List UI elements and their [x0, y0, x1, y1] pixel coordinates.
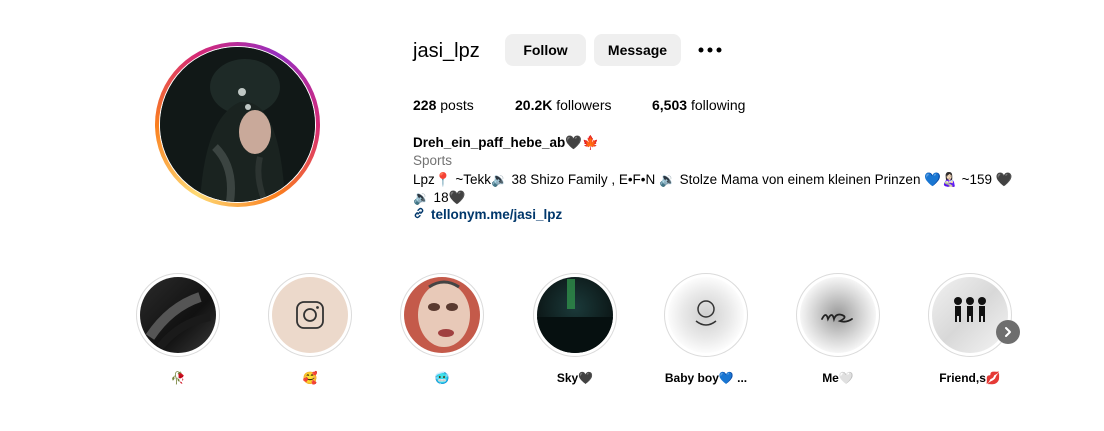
highlight-label: 🥀	[170, 371, 186, 385]
more-options-icon[interactable]	[697, 40, 723, 60]
highlight-item[interactable]: Me🤍	[796, 273, 880, 385]
highlight-item[interactable]: 🥶	[400, 273, 484, 385]
highlight-ring	[533, 273, 617, 357]
chevron-right-icon[interactable]	[996, 320, 1020, 344]
highlight-label: 🥶	[434, 371, 450, 385]
posts-stat: 228 posts	[413, 97, 474, 113]
highlight-cover	[800, 277, 876, 353]
display-name: Dreh_ein_paff_hebe_ab🖤🍁	[413, 135, 599, 150]
highlight-ring	[136, 273, 220, 357]
followers-label: followers	[556, 97, 612, 113]
highlight-cover	[404, 277, 480, 353]
following-count: 6,503	[652, 97, 688, 113]
highlight-cover	[537, 277, 613, 353]
highlight-label: Me🤍	[822, 371, 854, 385]
highlight-ring	[268, 273, 352, 357]
link-text[interactable]: tellonym.me/jasi_lpz	[431, 207, 562, 222]
highlight-cover	[668, 277, 744, 353]
highlight-ring	[664, 273, 748, 357]
highlight-item[interactable]: Baby boy💙 ...	[664, 273, 748, 385]
avatar-photo	[160, 47, 315, 202]
highlight-ring	[796, 273, 880, 357]
profile-link[interactable]: tellonym.me/jasi_lpz	[413, 207, 562, 222]
highlight-label: Baby boy💙 ...	[664, 371, 748, 385]
profile-category: Sports	[413, 153, 453, 168]
bio-line-2: 🔉 18🖤	[413, 190, 466, 205]
highlight-cover	[140, 277, 216, 353]
highlight-ring	[400, 273, 484, 357]
highlight-item[interactable]: 🥀	[136, 273, 220, 385]
highlight-label: Friend,s💋	[939, 371, 1001, 385]
followers-count: 20.2K	[515, 97, 553, 113]
highlight-label: 🥰	[302, 371, 318, 385]
followers-stat[interactable]: 20.2K followers	[515, 97, 612, 113]
posts-label: posts	[440, 97, 474, 113]
avatar-image	[160, 47, 315, 202]
follow-button[interactable]: Follow	[505, 34, 586, 66]
link-icon	[413, 207, 425, 222]
instagram-icon	[296, 301, 324, 329]
highlight-cover	[272, 277, 348, 353]
posts-count: 228	[413, 97, 437, 113]
highlight-label: Sky🖤	[556, 371, 594, 385]
highlight-item[interactable]: Sky🖤	[533, 273, 617, 385]
highlight-ring	[928, 273, 1012, 357]
bio-text: Lpz📍 ~Tekk🔉 38 Shizo Family , E•F•N 🔉 St…	[413, 171, 1033, 207]
message-button[interactable]: Message	[594, 34, 681, 66]
baby-icon	[695, 300, 717, 326]
highlight-cover	[932, 277, 1008, 353]
highlight-item[interactable]: Friend,s💋	[928, 273, 1012, 385]
following-label: following	[690, 97, 746, 113]
bio-line-1: Lpz📍 ~Tekk🔉 38 Shizo Family , E•F•N 🔉 St…	[413, 172, 1013, 187]
highlight-item[interactable]: 🥰	[268, 273, 352, 385]
following-stat[interactable]: 6,503 following	[652, 97, 745, 113]
profile-avatar[interactable]	[155, 42, 320, 207]
friends-icon	[954, 297, 986, 322]
profile-username: jasi_lpz	[413, 40, 480, 62]
me-script-icon	[821, 313, 853, 323]
